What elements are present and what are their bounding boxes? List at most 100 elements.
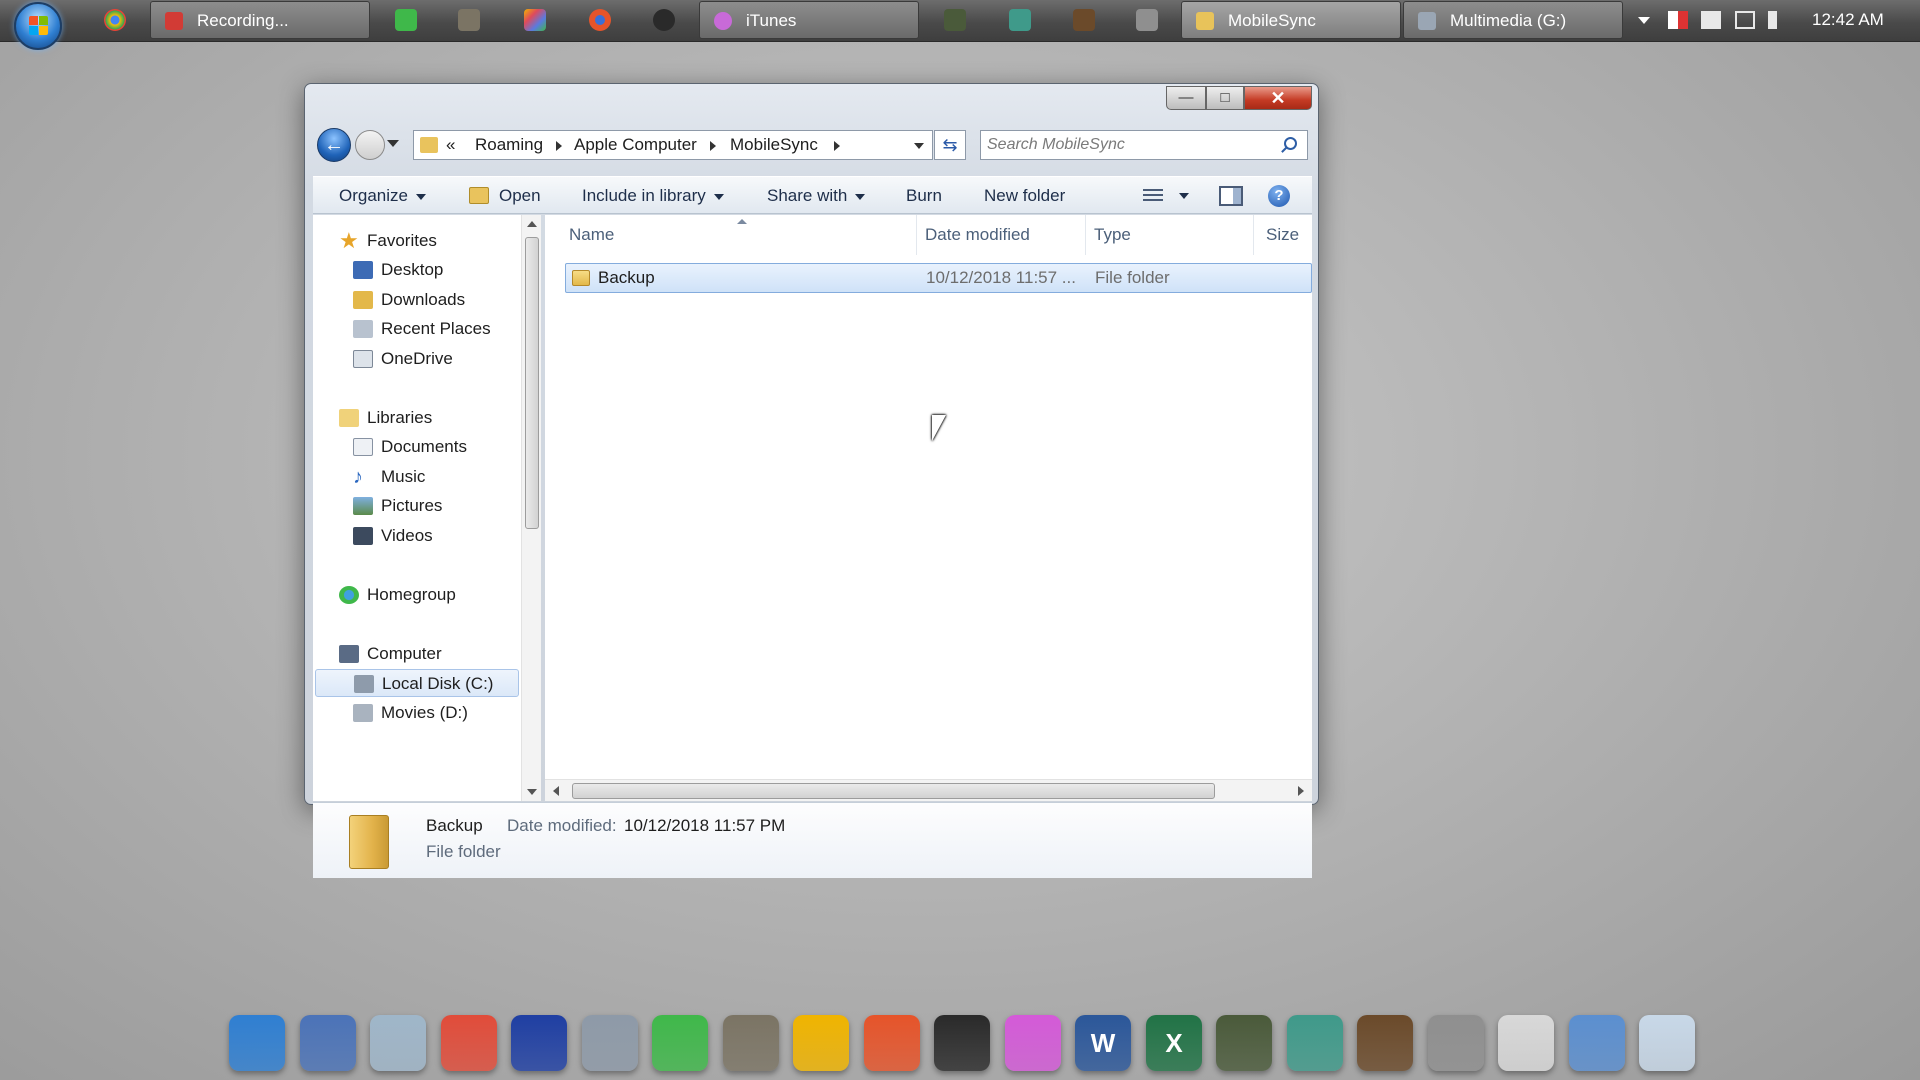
breadcrumb-arrow-icon[interactable] <box>556 141 562 151</box>
open-label: Open <box>499 186 541 205</box>
itunes-icon[interactable] <box>1005 1015 1061 1071</box>
view-options-chevron-icon[interactable] <box>1179 193 1189 199</box>
scroll-down-icon[interactable] <box>527 789 537 795</box>
file-list-scrollbar[interactable] <box>545 779 1312 801</box>
tablet-icon[interactable] <box>1287 1015 1343 1071</box>
photos-icon[interactable] <box>793 1015 849 1071</box>
clock-icon[interactable] <box>1639 1015 1695 1071</box>
scroll-up-icon[interactable] <box>527 221 537 227</box>
installer-icon[interactable] <box>1569 1015 1625 1071</box>
organize-menu[interactable]: Organize <box>339 177 426 215</box>
action-center-flag-icon[interactable] <box>1668 11 1688 29</box>
navigation-scrollbar[interactable] <box>521 215 541 801</box>
back-button[interactable]: ← <box>317 128 351 162</box>
address-overflow[interactable]: « <box>446 131 455 159</box>
itunes-icon <box>714 12 732 30</box>
taskbar-button-itunes[interactable]: iTunes <box>699 1 919 39</box>
column-header-size[interactable]: Size <box>1254 215 1312 255</box>
camtasia-icon[interactable] <box>652 1015 708 1071</box>
scroll-left-icon[interactable] <box>553 786 559 796</box>
address-bar[interactable]: « Roaming Apple Computer MobileSync <box>413 130 933 160</box>
scrollbar-thumb[interactable] <box>572 783 1215 799</box>
book-icon[interactable] <box>1216 1015 1272 1071</box>
photos-icon[interactable] <box>524 9 546 31</box>
drawing-icon[interactable] <box>1357 1015 1413 1071</box>
help-icon[interactable]: ? <box>1268 185 1290 207</box>
taskbar-button-multimedia[interactable]: Multimedia (G:) <box>1403 1 1623 39</box>
notes-icon[interactable] <box>1498 1015 1554 1071</box>
network-icon[interactable] <box>1701 11 1721 29</box>
gimp-icon[interactable] <box>723 1015 779 1071</box>
firefox-icon[interactable] <box>864 1015 920 1071</box>
include-in-library-menu[interactable]: Include in library <box>582 177 724 215</box>
recycle-bin-icon[interactable] <box>370 1015 426 1071</box>
book-icon[interactable] <box>944 9 966 31</box>
burn-button[interactable]: Burn <box>906 177 942 215</box>
share-with-menu[interactable]: Share with <box>767 177 866 215</box>
column-header-label: Name <box>569 225 615 244</box>
star-icon: ★ <box>339 228 359 253</box>
tray-overflow-chevron-icon[interactable] <box>1638 17 1650 24</box>
breadcrumb-arrow-icon[interactable] <box>710 141 716 151</box>
search-input[interactable] <box>987 134 1267 156</box>
search-box[interactable] <box>980 130 1308 160</box>
recent-pages-chevron-icon[interactable] <box>387 140 399 147</box>
search-icon[interactable] <box>1284 137 1297 150</box>
tools-icon[interactable] <box>582 1015 638 1071</box>
tablet-icon[interactable] <box>1009 9 1031 31</box>
firefox-icon[interactable] <box>589 9 611 31</box>
scrollbar-thumb[interactable] <box>525 237 539 529</box>
new-folder-button[interactable]: New folder <box>984 177 1065 215</box>
column-header-date-modified[interactable]: Date modified <box>917 215 1086 255</box>
scroll-right-icon[interactable] <box>1298 786 1304 796</box>
editor-icon[interactable] <box>1428 1015 1484 1071</box>
close-button[interactable]: ✕ <box>1244 86 1312 110</box>
music-note-icon: ♪ <box>353 466 363 488</box>
volume-icon[interactable] <box>1768 11 1788 29</box>
open-folder-icon <box>469 187 489 204</box>
preview-pane-icon[interactable] <box>1219 186 1243 206</box>
minimize-button[interactable]: — <box>1166 86 1206 110</box>
homegroup-icon <box>339 586 359 604</box>
minimize-icon: — <box>1178 89 1194 106</box>
word-icon[interactable]: W <box>1075 1015 1131 1071</box>
address-dropdown-icon[interactable] <box>914 143 924 149</box>
computer-icon[interactable] <box>300 1015 356 1071</box>
refresh-button[interactable]: ⇆ <box>934 130 966 160</box>
organize-label: Organize <box>339 186 408 205</box>
change-view-icon[interactable] <box>1143 189 1163 204</box>
windows-icon[interactable] <box>229 1015 285 1071</box>
forward-button[interactable] <box>355 130 385 160</box>
column-header-type[interactable]: Type <box>1086 215 1254 255</box>
monitor-icon[interactable] <box>1735 11 1755 29</box>
drive-icon <box>1418 12 1436 30</box>
taskbar-clock[interactable]: 12:42 AM <box>1812 0 1884 42</box>
column-header-label: Size <box>1266 225 1300 244</box>
gimp-icon[interactable] <box>458 9 480 31</box>
column-header-name[interactable]: Name <box>545 215 917 255</box>
breadcrumb-mobilesync[interactable]: MobileSync <box>730 131 818 159</box>
chrome-icon[interactable] <box>441 1015 497 1071</box>
audacity-icon[interactable] <box>511 1015 567 1071</box>
inkscape-icon[interactable] <box>653 9 675 31</box>
taskbar: Recording... iTunes MobileSync Multimedi… <box>0 0 1920 50</box>
taskbar-button-recording[interactable]: Recording... <box>150 1 370 39</box>
excel-glyph: X <box>1165 1028 1183 1058</box>
chrome-icon[interactable] <box>104 9 126 31</box>
breadcrumb-arrow-icon[interactable] <box>834 141 840 151</box>
excel-icon[interactable]: X <box>1146 1015 1202 1071</box>
drawing-icon[interactable] <box>1073 9 1095 31</box>
breadcrumb-roaming[interactable]: Roaming <box>475 131 543 159</box>
maximize-button[interactable]: □ <box>1206 86 1244 110</box>
details-date-value: 10/12/2018 11:57 PM <box>624 816 786 835</box>
breadcrumb-apple-computer[interactable]: Apple Computer <box>574 131 697 159</box>
sort-ascending-icon <box>737 219 747 224</box>
start-button[interactable] <box>14 2 62 50</box>
taskbar-button-mobilesync[interactable]: MobileSync <box>1181 1 1401 39</box>
pen-icon[interactable] <box>1136 9 1158 31</box>
inkscape-icon[interactable] <box>934 1015 990 1071</box>
nav-local-disk[interactable]: Local Disk (C:) <box>315 669 519 697</box>
file-row[interactable]: Backup 10/12/2018 11:57 ... File folder <box>565 263 1312 293</box>
camtasia-icon[interactable] <box>395 9 417 31</box>
open-button[interactable]: Open <box>469 177 541 215</box>
